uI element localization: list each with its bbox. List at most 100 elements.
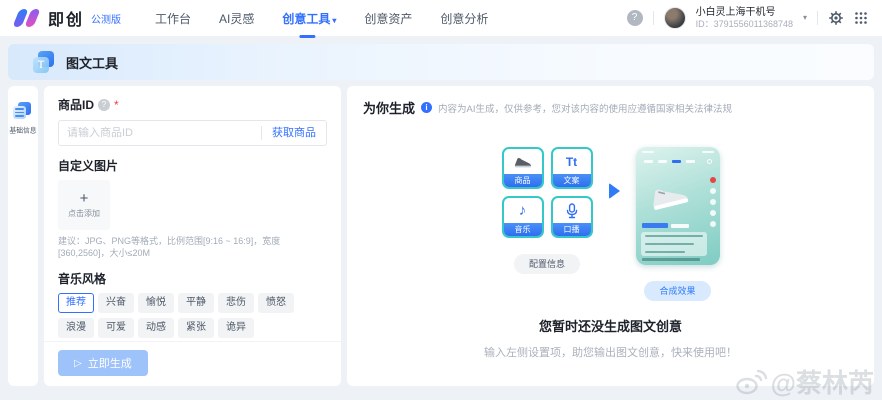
upload-text: 点击添加 [68, 208, 100, 219]
music-style-chip[interactable]: 兴奋 [98, 293, 134, 313]
side-rail: 基础信息 [8, 86, 38, 386]
divider [653, 11, 654, 25]
music-style-chip[interactable]: 动感 [138, 318, 174, 338]
music-style-chip[interactable]: 推荐 [58, 293, 94, 313]
product-id-input-group: 获取商品 [58, 120, 327, 146]
music-style-chip[interactable]: 浪漫 [58, 318, 94, 338]
document-icon [13, 102, 33, 120]
upload-image-button[interactable]: + 点击添加 [58, 180, 110, 230]
divider [817, 11, 818, 25]
play-icon: ▷ [74, 358, 82, 369]
phone-mockup [636, 147, 720, 265]
tab-composite-result[interactable]: 合成效果 [644, 281, 710, 301]
product-id-input[interactable] [67, 127, 261, 139]
card-label: 口播 [553, 223, 591, 236]
nav-item-workbench[interactable]: 工作台 [155, 10, 191, 27]
card-music: ♪ 音乐 [502, 196, 544, 238]
custom-image-field: 自定义图片 + 点击添加 建议：JPG、PNG等格式，比例范围[9:16 ~ 1… [58, 157, 327, 259]
generate-button[interactable]: ▷ 立即生成 [58, 350, 148, 376]
phone-action-icons [710, 177, 716, 227]
info-icon: i [421, 102, 432, 113]
music-style-chips: 推荐 兴奋 愉悦 平静 悲伤 愤怒 浪漫 可爱 动感 紧张 诡异 [58, 293, 327, 338]
music-style-chip[interactable]: 愉悦 [138, 293, 174, 313]
help-icon[interactable]: ? [627, 10, 643, 26]
plus-icon: + [80, 192, 89, 206]
apps-grid-icon[interactable] [854, 11, 868, 25]
fetch-product-button[interactable]: 获取商品 [261, 126, 326, 140]
arrow-right-icon [609, 183, 620, 199]
image-text-tool-icon: T [32, 50, 56, 74]
card-label: 商品 [504, 174, 542, 187]
nav-item-ai-inspiration[interactable]: AI灵感 [219, 10, 254, 27]
result-group: 合成效果 [636, 147, 720, 301]
empty-state-subtitle: 输入左侧设置项，助您输出图文创意，快来使用吧！ [363, 344, 858, 360]
app-window: 即创 公测版 工作台 AI灵感 创意工具▾ 创意资产 创意分析 ? 小白灵上海干… [0, 0, 882, 386]
text-icon: Tt [553, 149, 591, 174]
shoe-icon [504, 149, 542, 174]
card-product: 商品 [502, 147, 544, 189]
beta-badge: 公测版 [91, 11, 121, 26]
music-style-chip[interactable]: 诡异 [218, 318, 254, 338]
rail-item-label: 基础信息 [9, 126, 36, 135]
rail-item-basic-info[interactable]: 基础信息 [7, 102, 39, 136]
config-group: 商品 Tt 文案 ♪ 音乐 [502, 147, 593, 274]
card-label: 音乐 [504, 223, 542, 236]
page-banner: T 图文工具 [8, 44, 874, 80]
help-icon[interactable]: ? [98, 99, 110, 111]
music-style-chip[interactable]: 可爱 [98, 318, 134, 338]
nav-item-label: 创意工具 [282, 12, 330, 26]
top-navbar: 即创 公测版 工作台 AI灵感 创意工具▾ 创意资产 创意分析 ? 小白灵上海干… [0, 0, 882, 36]
product-id-label: 商品ID [58, 96, 94, 113]
tab-config-info[interactable]: 配置信息 [514, 254, 580, 274]
phone-text-overlay [641, 232, 707, 256]
music-style-chip[interactable]: 平静 [178, 293, 214, 313]
phone-caption-tag [642, 223, 689, 228]
phone-tab-bar [644, 159, 712, 164]
chevron-down-icon[interactable]: ▾ [803, 13, 807, 22]
user-name: 小白灵上海干机号 [696, 7, 793, 19]
gear-icon[interactable] [828, 10, 844, 26]
chevron-down-icon: ▾ [332, 16, 336, 25]
user-id: ID：3791556011368748 [696, 19, 793, 30]
product-id-label-row: 商品ID ? * [58, 96, 327, 113]
card-label: 文案 [553, 174, 591, 187]
config-cards: 商品 Tt 文案 ♪ 音乐 [502, 147, 593, 238]
settings-footer: ▷ 立即生成 [44, 341, 341, 386]
card-copywriting: Tt 文案 [551, 147, 593, 189]
music-note-icon: ♪ [504, 198, 542, 223]
music-style-chip[interactable]: 悲伤 [218, 293, 254, 313]
phone-bottom-caption [642, 258, 700, 261]
main-nav: 工作台 AI灵感 创意工具▾ 创意资产 创意分析 [155, 10, 488, 27]
settings-panel: 商品ID ? * 获取商品 自定义图片 + 点击添加 建议：JPG、PNG等格式… [44, 86, 341, 386]
nav-item-creative-analysis[interactable]: 创意分析 [440, 10, 488, 27]
phone-product-shoe [644, 176, 695, 219]
nav-left: 即创 公测版 工作台 AI灵感 创意工具▾ 创意资产 创意分析 [14, 6, 488, 30]
empty-state-illustration: 商品 Tt 文案 ♪ 音乐 [363, 147, 858, 301]
nav-right: ? 小白灵上海干机号 ID：3791556011368748 ▾ [627, 7, 868, 30]
active-tab-underline [300, 35, 316, 38]
avatar[interactable] [664, 7, 686, 29]
main-content: 基础信息 商品ID ? * 获取商品 自定义图片 + 点击添加 [8, 86, 874, 386]
card-voiceover: 口播 [551, 196, 593, 238]
user-info[interactable]: 小白灵上海干机号 ID：3791556011368748 [696, 7, 793, 30]
microphone-icon [553, 198, 591, 223]
music-style-chip[interactable]: 愤怒 [258, 293, 294, 313]
product-id-field: 商品ID ? * 获取商品 [58, 96, 327, 146]
phone-status-bar [642, 151, 714, 153]
page-title: 图文工具 [66, 53, 118, 72]
generate-button-label: 立即生成 [88, 355, 132, 371]
custom-image-label: 自定义图片 [58, 157, 327, 174]
nav-item-creative-tools[interactable]: 创意工具▾ [282, 10, 336, 27]
preview-title: 为你生成 [363, 98, 415, 117]
music-style-chip[interactable]: 紧张 [178, 318, 214, 338]
preview-header: 为你生成 i 内容为AI生成，仅供参考，您对该内容的使用应遵循国家相关法律法规 [363, 98, 858, 117]
jichuang-logo-icon[interactable] [14, 9, 42, 27]
preview-panel: 为你生成 i 内容为AI生成，仅供参考，您对该内容的使用应遵循国家相关法律法规 [347, 86, 874, 386]
ai-disclaimer: 内容为AI生成，仅供参考，您对该内容的使用应遵循国家相关法律法规 [438, 101, 732, 115]
required-asterisk: * [114, 100, 119, 110]
logo-text[interactable]: 即创 [48, 6, 84, 30]
empty-state-title: 您暂时还没生成图文创意 [363, 316, 858, 335]
music-style-label: 音乐风格 [58, 270, 327, 287]
nav-item-creative-assets[interactable]: 创意资产 [364, 10, 412, 27]
upload-hint: 建议：JPG、PNG等格式，比例范围[9:16 ~ 16:9]，宽度[360,2… [58, 235, 327, 259]
